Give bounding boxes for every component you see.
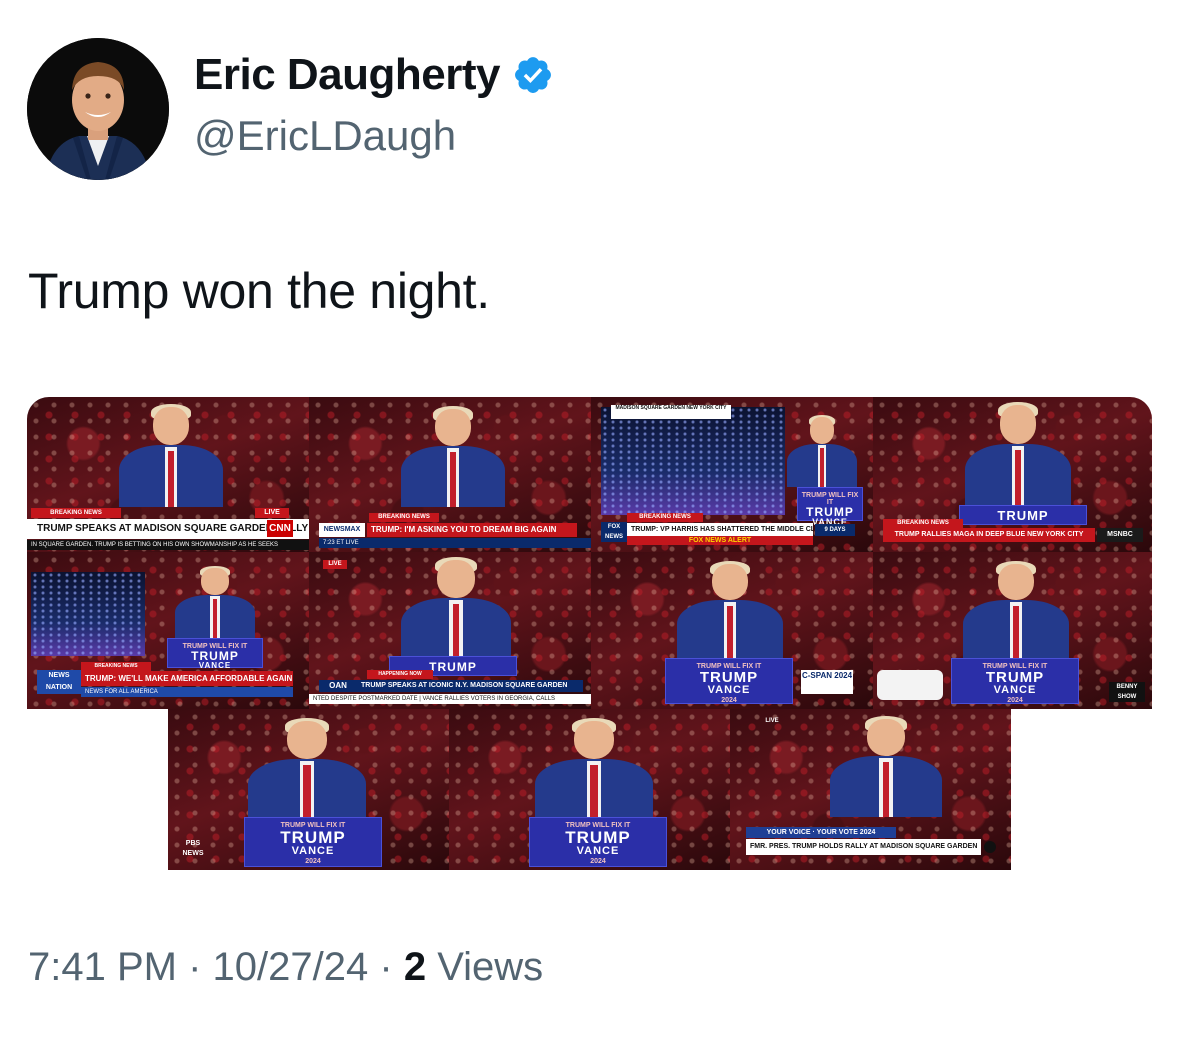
banner-happening-now: HAPPENING NOW <box>367 670 433 679</box>
banner-breaking-news: BREAKING NEWS <box>883 519 963 528</box>
banner-breaking-news: BREAKING NEWS <box>627 513 703 522</box>
media-frame-center: TRUMP WILL FIX IT TRUMP VANCE 2024 <box>449 709 730 870</box>
headline: TRUMP SPEAKS AT ICONIC N.Y. MADISON SQUA… <box>357 680 583 692</box>
separator: · <box>379 945 393 989</box>
media-frame-pbs-news: TRUMP WILL FIX IT TRUMP VANCE 2024 PBS N… <box>168 709 449 870</box>
views-count: 2 <box>403 945 427 989</box>
speaker-figure <box>677 561 783 660</box>
avatar-photo <box>27 38 169 180</box>
network-logo-fox: FOX NEWS <box>601 522 627 542</box>
ticker: NEWS FOR ALL AMERICA <box>81 687 293 697</box>
media-frame-oan: LIVE TRUMP HAPPENING NOW OAN TRUMP SPEAK… <box>309 552 591 709</box>
headline: TRUMP: WE'LL MAKE AMERICA AFFORDABLE AGA… <box>81 671 293 686</box>
live-badge: LIVE <box>765 718 779 724</box>
network-logo-msnbc: MSNBC <box>1097 528 1143 542</box>
media-frame-cspan: TRUMP WILL FIX IT TRUMP VANCE 2024 C-SPA… <box>591 552 873 709</box>
podium-sign: TRUMP WILL FIX IT TRUMP VANCE 2024 <box>951 658 1079 704</box>
verified-badge-icon <box>512 54 554 96</box>
speaker-figure <box>787 414 857 487</box>
ticker: IN SQUARE GARDEN. TRUMP IS BETTING ON HI… <box>27 540 309 550</box>
media-frame-benny-show: TRUMP WILL FIX IT TRUMP VANCE 2024 BENNY… <box>873 552 1152 709</box>
live-badge: LIVE <box>323 560 347 569</box>
speaker-figure <box>965 401 1071 507</box>
author-name-row[interactable]: Eric Daugherty <box>194 50 554 100</box>
media-frame-newsnation: TRUMP WILL FIX IT TRUMP VANCE BREAKING N… <box>27 552 309 709</box>
author-handle[interactable]: @EricLDaugh <box>194 112 456 160</box>
podium-sign: TRUMP WILL FIX IT TRUMP VANCE 2024 <box>665 658 793 704</box>
media-frame-fox-news: MADISON SQUARE GARDEN NEW YORK CITY TRUM… <box>591 397 873 552</box>
network-logo-cspan: C-SPAN 2024 <box>801 670 853 694</box>
speaker-figure <box>535 718 653 821</box>
headline: TRUMP: VP HARRIS HAS SHATTERED THE MIDDL… <box>627 523 813 536</box>
media-frame-cnn: BREAKING NEWS LIVE TRUMP SPEAKS AT MADIS… <box>27 397 309 552</box>
views-label: Views <box>437 945 544 989</box>
speaker-figure <box>248 718 366 821</box>
tweet-date[interactable]: 10/27/24 <box>213 945 369 989</box>
arena-wide-shot <box>601 407 785 515</box>
network-logo-pbs-news: PBS NEWS <box>182 840 204 857</box>
tweet-text: Trump won the night. <box>28 263 490 319</box>
live-badge: LIVE <box>255 508 289 518</box>
headline: TRUMP: I'M ASKING YOU TO DREAM BIG AGAIN <box>367 523 577 537</box>
speaker-figure <box>401 557 511 660</box>
separator: · <box>188 945 202 989</box>
banner-breaking-news: BREAKING NEWS <box>81 662 151 671</box>
tweet-media-collage[interactable]: BREAKING NEWS LIVE TRUMP SPEAKS AT MADIS… <box>27 397 1152 870</box>
banner-breaking-news: BREAKING NEWS <box>31 508 121 518</box>
podium-sign: TRUMP <box>959 505 1087 525</box>
media-frame-msnbc: TRUMP BREAKING NEWS TRUMP RALLIES MAGA I… <box>873 397 1152 552</box>
podium-sign: TRUMP WILL FIX IT TRUMP VANCE <box>167 638 263 670</box>
chat-overlay <box>877 670 943 700</box>
speaker-figure <box>401 406 505 507</box>
network-logo-cnn: CNN <box>267 520 293 537</box>
network-logo-oan: OAN <box>319 680 357 692</box>
headline: FMR. PRES. TRUMP HOLDS RALLY AT MADISON … <box>746 839 981 855</box>
speaker-figure <box>175 565 255 638</box>
network-logo-newsnation: NEWS NATION <box>37 670 81 694</box>
abc-network-logo <box>984 841 996 853</box>
podium-sign: TRUMP WILL FIX IT TRUMP VANCE <box>797 487 863 527</box>
headline: TRUMP RALLIES MAGA IN DEEP BLUE NEW YORK… <box>883 528 1095 542</box>
tweet-time[interactable]: 7:41 PM <box>28 945 177 989</box>
network-logo-newsmax: NEWSMAX <box>319 523 365 537</box>
media-frame-newsmax: BREAKING NEWS NEWSMAX TRUMP: I'M ASKING … <box>309 397 591 552</box>
ticker: 7:23 ET LIVE <box>319 538 591 548</box>
speaker-figure <box>830 716 942 817</box>
banner-breaking-news: BREAKING NEWS <box>369 513 439 522</box>
tweet-meta: 7:41 PM · 10/27/24 · 2 Views <box>28 945 543 990</box>
avatar[interactable] <box>27 38 169 180</box>
podium-sign: TRUMP WILL FIX IT TRUMP VANCE 2024 <box>244 817 382 867</box>
fox-news-alert: FOX NEWS ALERT <box>627 536 813 545</box>
days-countdown: 9 DAYS <box>815 524 855 536</box>
media-frame-abc-news: LIVE YOUR VOICE · YOUR VOTE 2024 FMR. PR… <box>730 709 1011 870</box>
arena-wide-shot <box>31 572 145 656</box>
ticker: NTED DESPITE POSTMARKED DATE | VANCE RAL… <box>309 694 591 704</box>
display-name[interactable]: Eric Daugherty <box>194 50 500 100</box>
banner-your-voice: YOUR VOICE · YOUR VOTE 2024 <box>746 827 896 838</box>
location-label: MADISON SQUARE GARDEN NEW YORK CITY <box>611 405 731 419</box>
speaker-figure <box>963 561 1069 660</box>
podium-sign: TRUMP WILL FIX IT TRUMP VANCE 2024 <box>529 817 667 867</box>
network-logo-benny-show: BENNY SHOW <box>1109 682 1145 702</box>
speaker-figure <box>119 404 223 507</box>
